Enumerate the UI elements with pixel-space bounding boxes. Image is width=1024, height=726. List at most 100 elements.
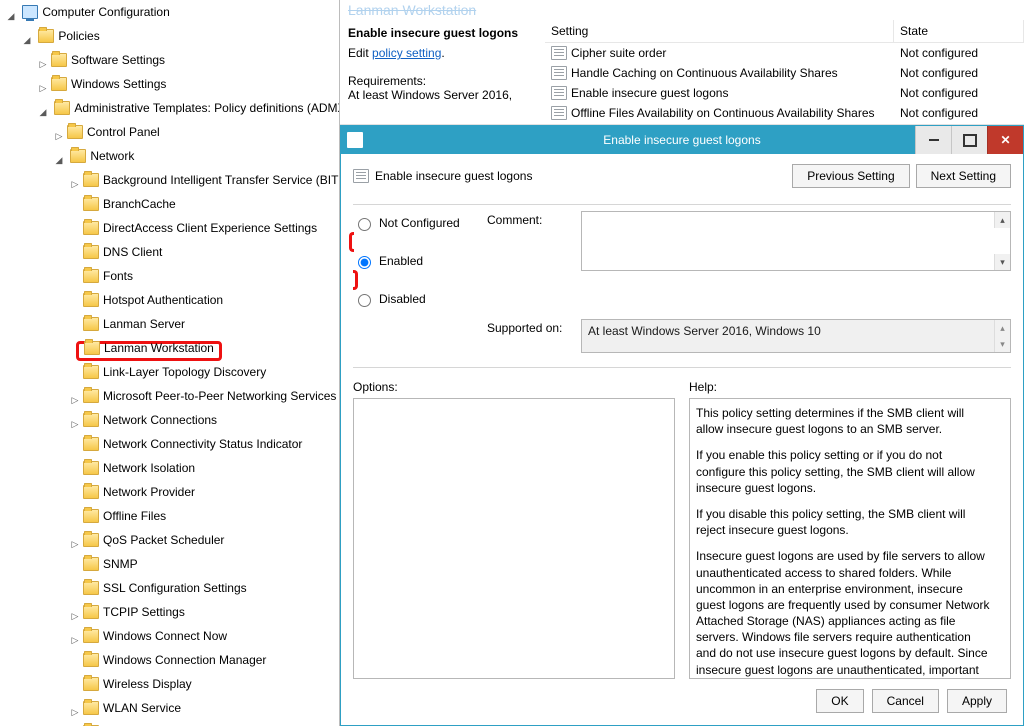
folder-icon bbox=[83, 677, 99, 691]
folder-icon bbox=[83, 701, 99, 715]
folder-icon bbox=[83, 437, 99, 451]
tree-net-item[interactable]: Lanman Server bbox=[80, 314, 188, 334]
next-setting-button[interactable]: Next Setting bbox=[916, 164, 1011, 188]
twisty-icon[interactable]: ▷ bbox=[70, 702, 80, 722]
settings-row[interactable]: Handle Caching on Continuous Availabilit… bbox=[545, 63, 1024, 83]
page-category-title: Lanman Workstation bbox=[340, 0, 1024, 20]
twisty-icon[interactable]: ▷ bbox=[38, 78, 48, 98]
col-setting[interactable]: Setting bbox=[545, 20, 894, 42]
minimize-button[interactable] bbox=[915, 126, 951, 154]
requirements-label: Requirements: bbox=[348, 74, 537, 88]
tree-net-item[interactable]: TCPIP Settings bbox=[80, 602, 188, 622]
tree-net-item[interactable]: Link-Layer Topology Discovery bbox=[80, 362, 269, 382]
tree-computer-config[interactable]: Computer Configuration bbox=[19, 2, 172, 22]
maximize-button[interactable] bbox=[951, 126, 987, 154]
radio-not-configured[interactable]: Not Configured bbox=[353, 215, 473, 231]
dialog-title: Enable insecure guest logons bbox=[603, 133, 760, 147]
comment-label: Comment: bbox=[487, 211, 567, 311]
edit-prefix: Edit bbox=[348, 46, 372, 60]
twisty-icon[interactable]: ▷ bbox=[70, 414, 80, 434]
tree-net-item[interactable]: QoS Packet Scheduler bbox=[80, 530, 227, 550]
tree-net-item[interactable]: Fonts bbox=[80, 266, 136, 286]
twisty-icon[interactable]: ▷ bbox=[70, 390, 80, 410]
apply-button[interactable]: Apply bbox=[947, 689, 1007, 713]
ok-button[interactable]: OK bbox=[816, 689, 863, 713]
twisty-icon[interactable]: ▷ bbox=[70, 174, 80, 194]
twisty-icon[interactable]: ◢ bbox=[22, 30, 32, 50]
tree-net-item[interactable]: Network Provider bbox=[80, 482, 198, 502]
tree-item-label: Fonts bbox=[103, 266, 133, 286]
radio-disabled[interactable]: Disabled bbox=[353, 291, 473, 307]
nav-tree[interactable]: ◢ Computer Configuration ◢ Policies ▷Sof… bbox=[0, 0, 340, 726]
folder-icon bbox=[84, 341, 100, 355]
help-label: Help: bbox=[689, 380, 1011, 394]
twisty-icon[interactable]: ◢ bbox=[38, 102, 48, 122]
twisty-icon[interactable]: ▷ bbox=[38, 54, 48, 74]
settings-row[interactable]: Enable insecure guest logonsNot configur… bbox=[545, 83, 1024, 103]
tree-admin-templates[interactable]: Administrative Templates: Policy definit… bbox=[51, 98, 340, 118]
settings-row[interactable]: Cipher suite orderNot configured bbox=[545, 43, 1024, 63]
cancel-button[interactable]: Cancel bbox=[872, 689, 939, 713]
tree-control-panel[interactable]: Control Panel bbox=[64, 122, 163, 142]
setting-info-panel: Enable insecure guest logons Edit policy… bbox=[340, 20, 1024, 125]
policy-icon bbox=[551, 46, 567, 60]
folder-icon bbox=[51, 53, 67, 67]
folder-icon bbox=[83, 461, 99, 475]
folder-icon bbox=[38, 29, 54, 43]
tree-net-item[interactable]: WWAN Service bbox=[80, 722, 188, 726]
twisty-icon[interactable]: ▷ bbox=[54, 126, 64, 146]
folder-icon bbox=[83, 389, 99, 403]
folder-icon bbox=[83, 485, 99, 499]
dialog-subtitle: Enable insecure guest logons bbox=[375, 169, 532, 183]
tree-item-label: Link-Layer Topology Discovery bbox=[103, 362, 266, 382]
computer-icon bbox=[22, 5, 38, 19]
help-box[interactable]: This policy setting determines if the SM… bbox=[689, 398, 1011, 679]
app-icon bbox=[347, 132, 363, 148]
tree-software-settings[interactable]: Software Settings bbox=[48, 50, 168, 70]
tree-net-item[interactable]: Windows Connect Now bbox=[80, 626, 230, 646]
tree-item-label: Windows Connect Now bbox=[103, 626, 227, 646]
twisty-icon[interactable]: ▷ bbox=[70, 630, 80, 650]
tree-net-item[interactable]: SNMP bbox=[80, 554, 141, 574]
tree-network[interactable]: Network bbox=[67, 146, 137, 166]
dialog-titlebar[interactable]: Enable insecure guest logons ✕ bbox=[341, 126, 1023, 154]
tree-item-label: Hotspot Authentication bbox=[103, 290, 223, 310]
tree-net-item[interactable]: Lanman Workstation bbox=[81, 338, 217, 358]
close-button[interactable]: ✕ bbox=[987, 126, 1023, 154]
tree-net-item[interactable]: Microsoft Peer-to-Peer Networking Servic… bbox=[80, 386, 339, 406]
tree-net-item[interactable]: Wireless Display bbox=[80, 674, 195, 694]
tree-net-item[interactable]: DirectAccess Client Experience Settings bbox=[80, 218, 320, 238]
tree-net-item[interactable]: WLAN Service bbox=[80, 698, 184, 718]
tree-net-item[interactable]: SSL Configuration Settings bbox=[80, 578, 250, 598]
tree-net-item[interactable]: Network Connections bbox=[80, 410, 220, 430]
folder-icon bbox=[83, 197, 99, 211]
tree-net-item[interactable]: Offline Files bbox=[80, 506, 169, 526]
scroll-down-icon[interactable]: ▾ bbox=[994, 254, 1010, 270]
previous-setting-button[interactable]: Previous Setting bbox=[792, 164, 909, 188]
settings-row[interactable]: Offline Files Availability on Continuous… bbox=[545, 103, 1024, 123]
comment-textarea[interactable]: ▴ ▾ bbox=[581, 211, 1011, 271]
folder-icon bbox=[83, 293, 99, 307]
twisty-icon[interactable]: ▷ bbox=[70, 606, 80, 626]
supported-on-field: At least Windows Server 2016, Windows 10… bbox=[581, 319, 1011, 353]
settings-header: Setting State bbox=[545, 20, 1024, 43]
tree-net-item[interactable]: DNS Client bbox=[80, 242, 165, 262]
tree-policies[interactable]: Policies bbox=[35, 26, 102, 46]
tree-item-label: DirectAccess Client Experience Settings bbox=[103, 218, 317, 238]
radio-enabled[interactable]: Enabled bbox=[353, 253, 473, 269]
tree-net-item[interactable]: Windows Connection Manager bbox=[80, 650, 269, 670]
tree-net-item[interactable]: Background Intelligent Transfer Service … bbox=[80, 170, 340, 190]
tree-windows-settings[interactable]: Windows Settings bbox=[48, 74, 169, 94]
tree-net-item[interactable]: BranchCache bbox=[80, 194, 179, 214]
col-state[interactable]: State bbox=[894, 20, 1024, 42]
twisty-icon[interactable]: ◢ bbox=[54, 150, 64, 170]
tree-net-item[interactable]: Network Isolation bbox=[80, 458, 198, 478]
twisty-icon[interactable]: ▷ bbox=[70, 534, 80, 554]
tree-net-item[interactable]: Hotspot Authentication bbox=[80, 290, 226, 310]
scroll-up-icon[interactable]: ▴ bbox=[994, 212, 1010, 228]
twisty-icon[interactable]: ◢ bbox=[6, 6, 16, 26]
tree-net-item[interactable]: Network Connectivity Status Indicator bbox=[80, 434, 305, 454]
edit-policy-link[interactable]: policy setting bbox=[372, 46, 441, 60]
policy-icon bbox=[551, 106, 567, 120]
options-box[interactable] bbox=[353, 398, 675, 679]
